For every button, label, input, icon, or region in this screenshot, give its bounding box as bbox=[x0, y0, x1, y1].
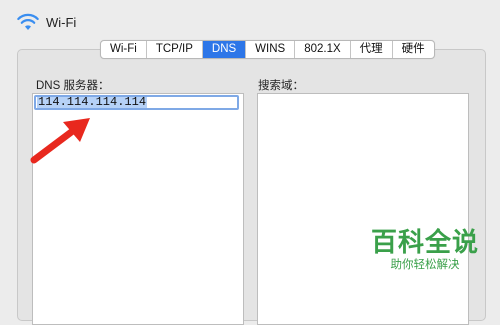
tab-proxy[interactable]: 代理 bbox=[351, 41, 393, 58]
watermark-sub-text: 助你轻松解决 bbox=[390, 259, 460, 271]
search-domains-list[interactable] bbox=[257, 93, 469, 325]
watermark-main-text: 百科全说 bbox=[370, 227, 479, 257]
tab-dns[interactable]: DNS bbox=[202, 41, 247, 58]
tab-8021x[interactable]: 802.1X bbox=[295, 41, 351, 58]
tab-wins[interactable]: WINS bbox=[246, 41, 296, 58]
red-arrow-icon bbox=[30, 118, 90, 164]
dns-server-entry-field[interactable]: 114.114.114.114 bbox=[34, 95, 239, 110]
tab-tcp-ip[interactable]: TCP/IP bbox=[147, 41, 203, 58]
search-domains-label: 搜索域： bbox=[258, 80, 304, 92]
watermark: 百科全说 助你轻松解决 bbox=[360, 228, 490, 288]
window-title: Wi-Fi bbox=[46, 14, 77, 30]
tab-hardware[interactable]: 硬件 bbox=[393, 41, 434, 58]
tab-bar: Wi-Fi TCP/IP DNS WINS 802.1X 代理 硬件 bbox=[100, 40, 435, 59]
wifi-icon bbox=[17, 13, 39, 30]
window-header: Wi-Fi bbox=[16, 10, 76, 34]
dns-server-entry-value: 114.114.114.114 bbox=[37, 95, 148, 109]
tab-wifi[interactable]: Wi-Fi bbox=[101, 41, 147, 58]
dns-servers-label: DNS 服务器： bbox=[36, 80, 110, 92]
